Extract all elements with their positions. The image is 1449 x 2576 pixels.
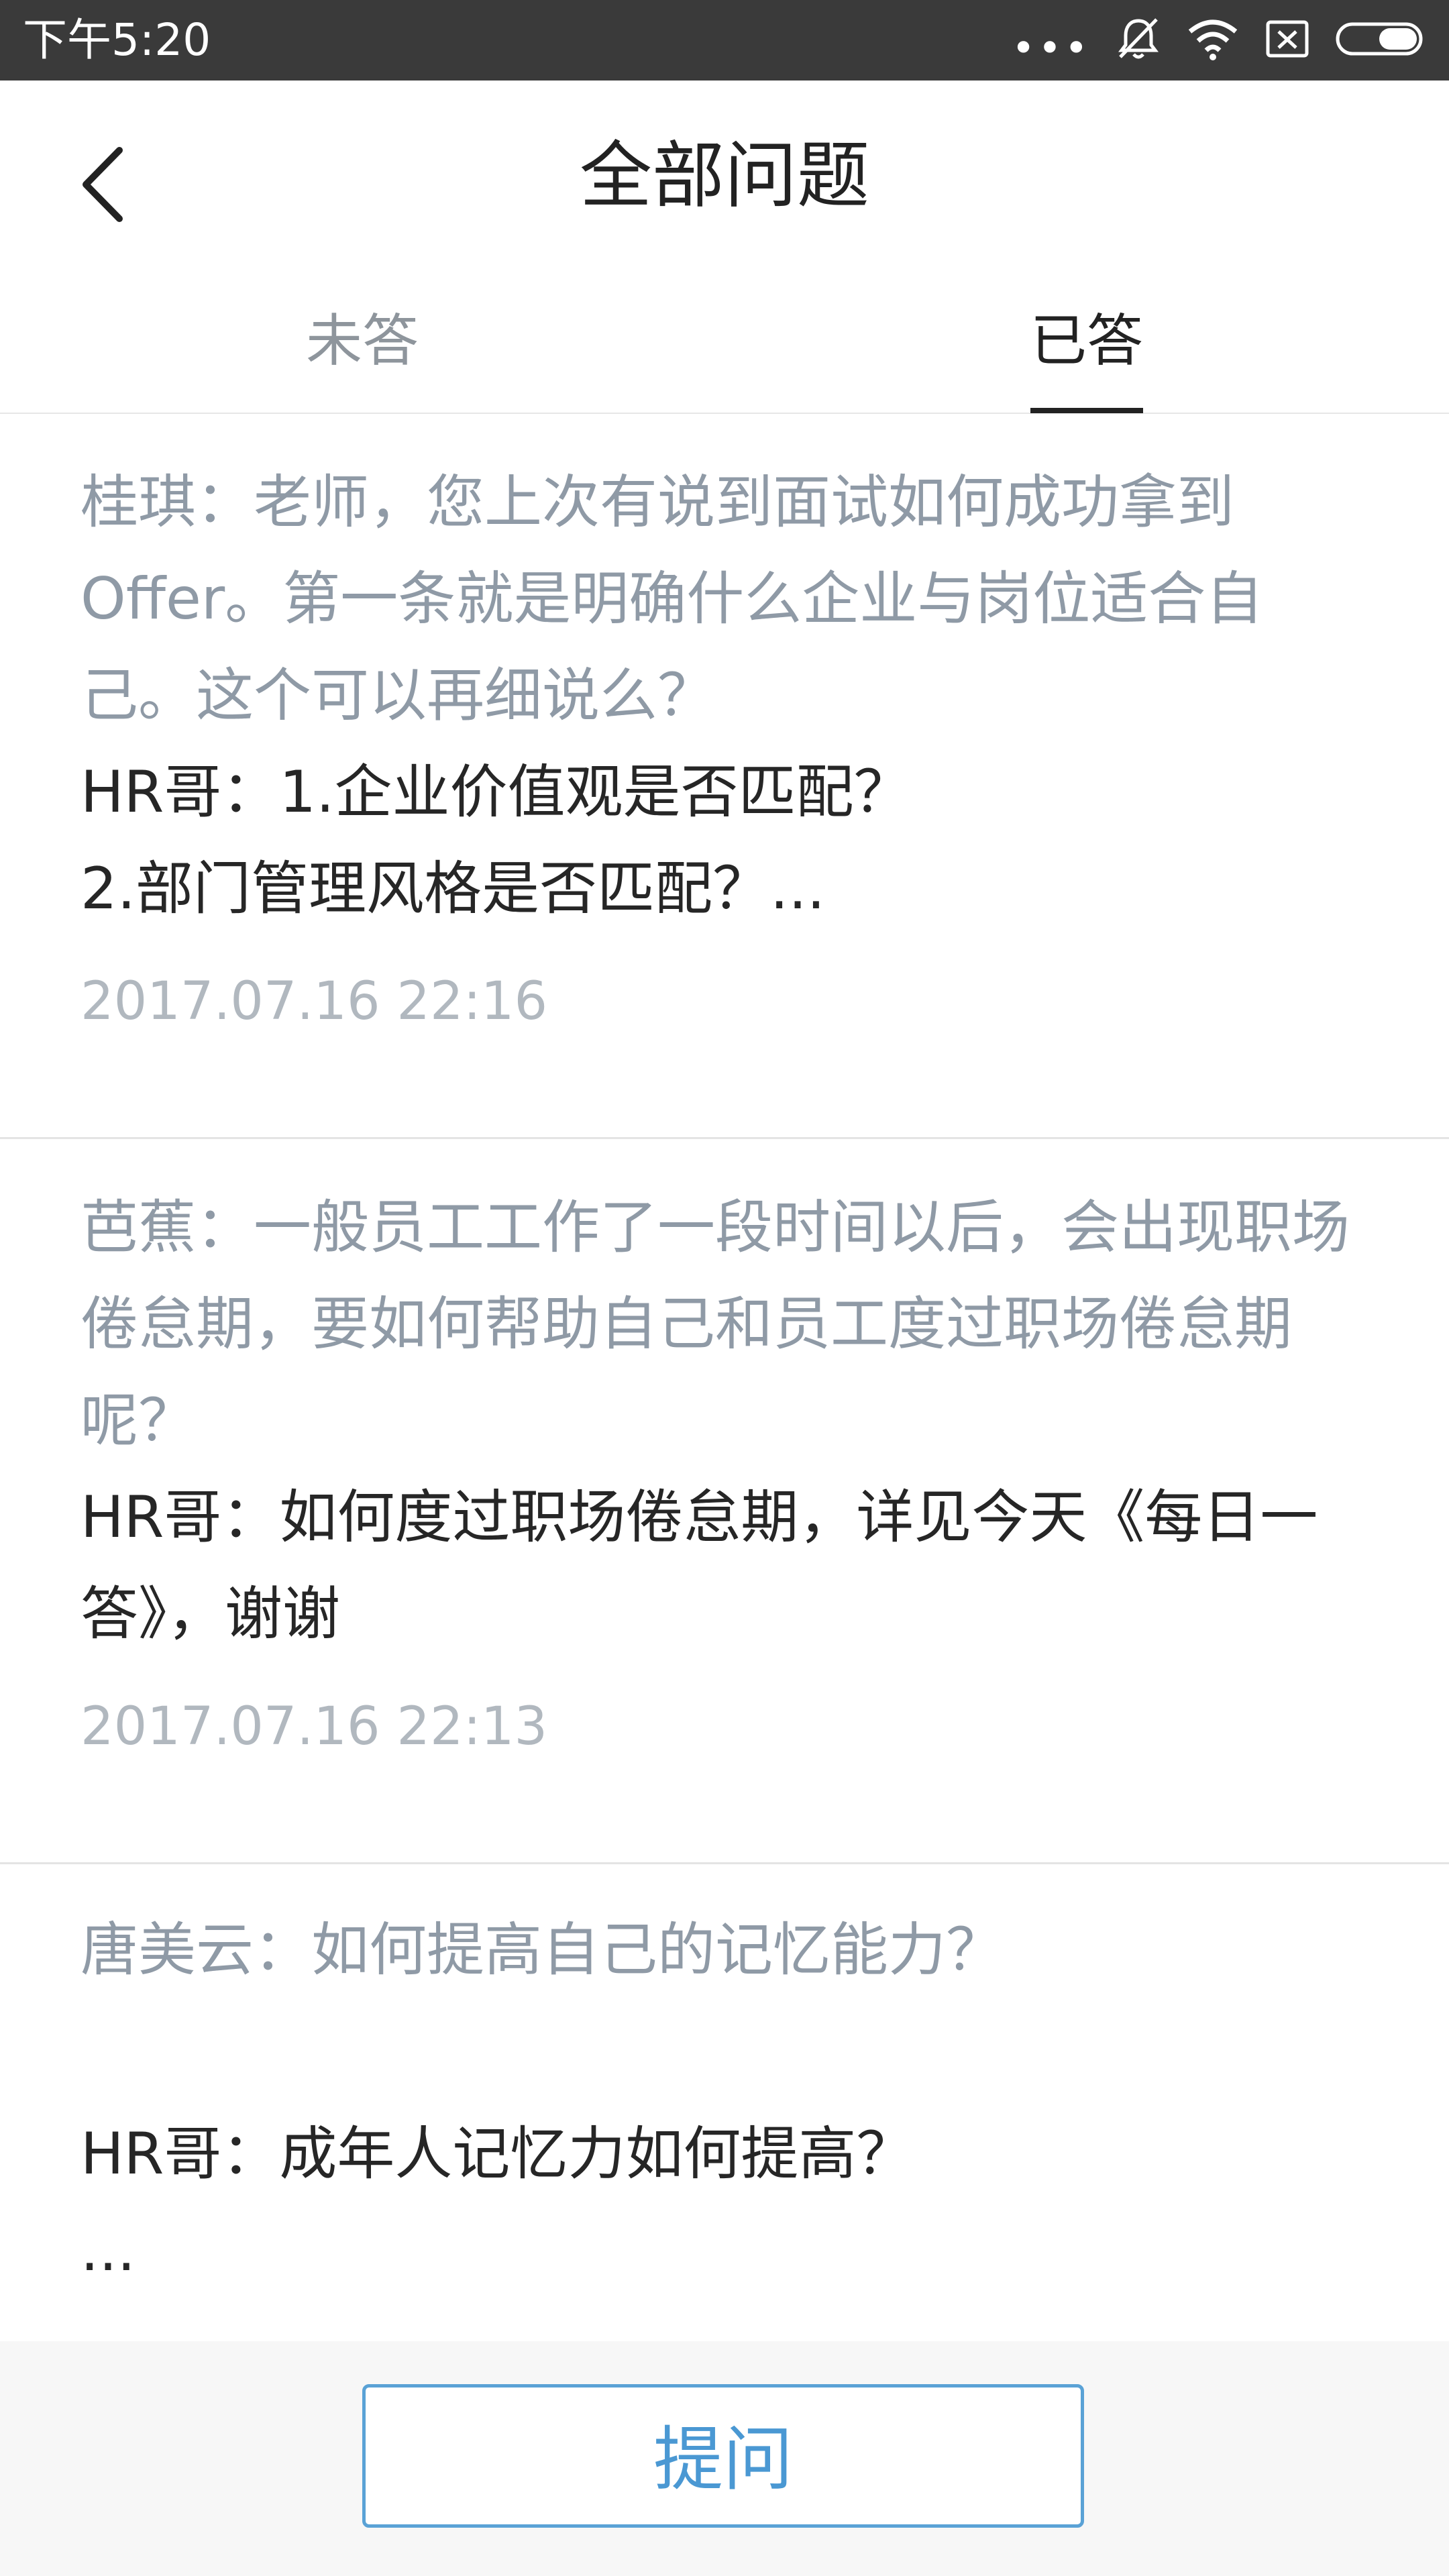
question-text: 唐美云：如何提高自己的记忆能力？ — [80, 1917, 1004, 1984]
question-text: 桂琪：老师，您上次有说到面试如何成功拿到Offer。第一条就是明确什么企业与岗位… — [80, 469, 1264, 729]
mute-icon — [1115, 15, 1162, 65]
sim-x-icon — [1264, 15, 1311, 65]
status-bar: 下午5:20 ••• — [0, 0, 1449, 80]
status-time: 下午5:20 — [23, 14, 211, 66]
page-title: 全部问题 — [579, 134, 869, 218]
question-list: 桂琪：老师，您上次有说到面试如何成功拿到Offer。第一条就是明确什么企业与岗位… — [0, 414, 1449, 2299]
list-item[interactable]: 芭蕉：一般员工工作了一段时间以后，会出现职场倦怠期，要如何帮助自己和员工度过职场… — [0, 1139, 1449, 1864]
battery-icon — [1335, 19, 1429, 62]
list-item[interactable]: 桂琪：老师，您上次有说到面试如何成功拿到Offer。第一条就是明确什么企业与岗位… — [0, 414, 1449, 1139]
status-icons: ••• — [987, 13, 1429, 72]
list-item[interactable]: 唐美云：如何提高自己的记忆能力？ HR哥：成年人记忆力如何提高？ ... — [0, 1864, 1449, 2299]
question-text: 芭蕉：一般员工工作了一段时间以后，会出现职场倦怠期，要如何帮助自己和员工度过职场… — [80, 1194, 1350, 1454]
answer-text: HR哥：如何度过职场倦怠期，详见今天《每日一答》，谢谢 — [80, 1484, 1318, 1648]
wifi-icon — [1186, 15, 1240, 65]
timestamp: 2017.07.16 22:13 — [80, 1697, 548, 1757]
tab-bar: 未答 已答 — [0, 268, 1449, 414]
tab-answered[interactable]: 已答 — [919, 307, 1254, 374]
answer-text: HR哥：1.企业价值观是否匹配？ 2.部门管理风格是否匹配？... — [80, 759, 912, 922]
more-dots-icon: ••• — [1011, 25, 1091, 72]
active-tab-indicator — [1030, 408, 1143, 413]
ask-question-button[interactable]: 提问 — [362, 2384, 1084, 2528]
timestamp: 2017.07.16 22:16 — [80, 971, 548, 1032]
header: 全部问题 — [0, 80, 1449, 268]
bottom-bar: 提问 — [0, 2341, 1449, 2576]
answer-text: HR哥：成年人记忆力如何提高？ ... — [80, 2121, 914, 2284]
tab-unanswered[interactable]: 未答 — [195, 307, 530, 374]
